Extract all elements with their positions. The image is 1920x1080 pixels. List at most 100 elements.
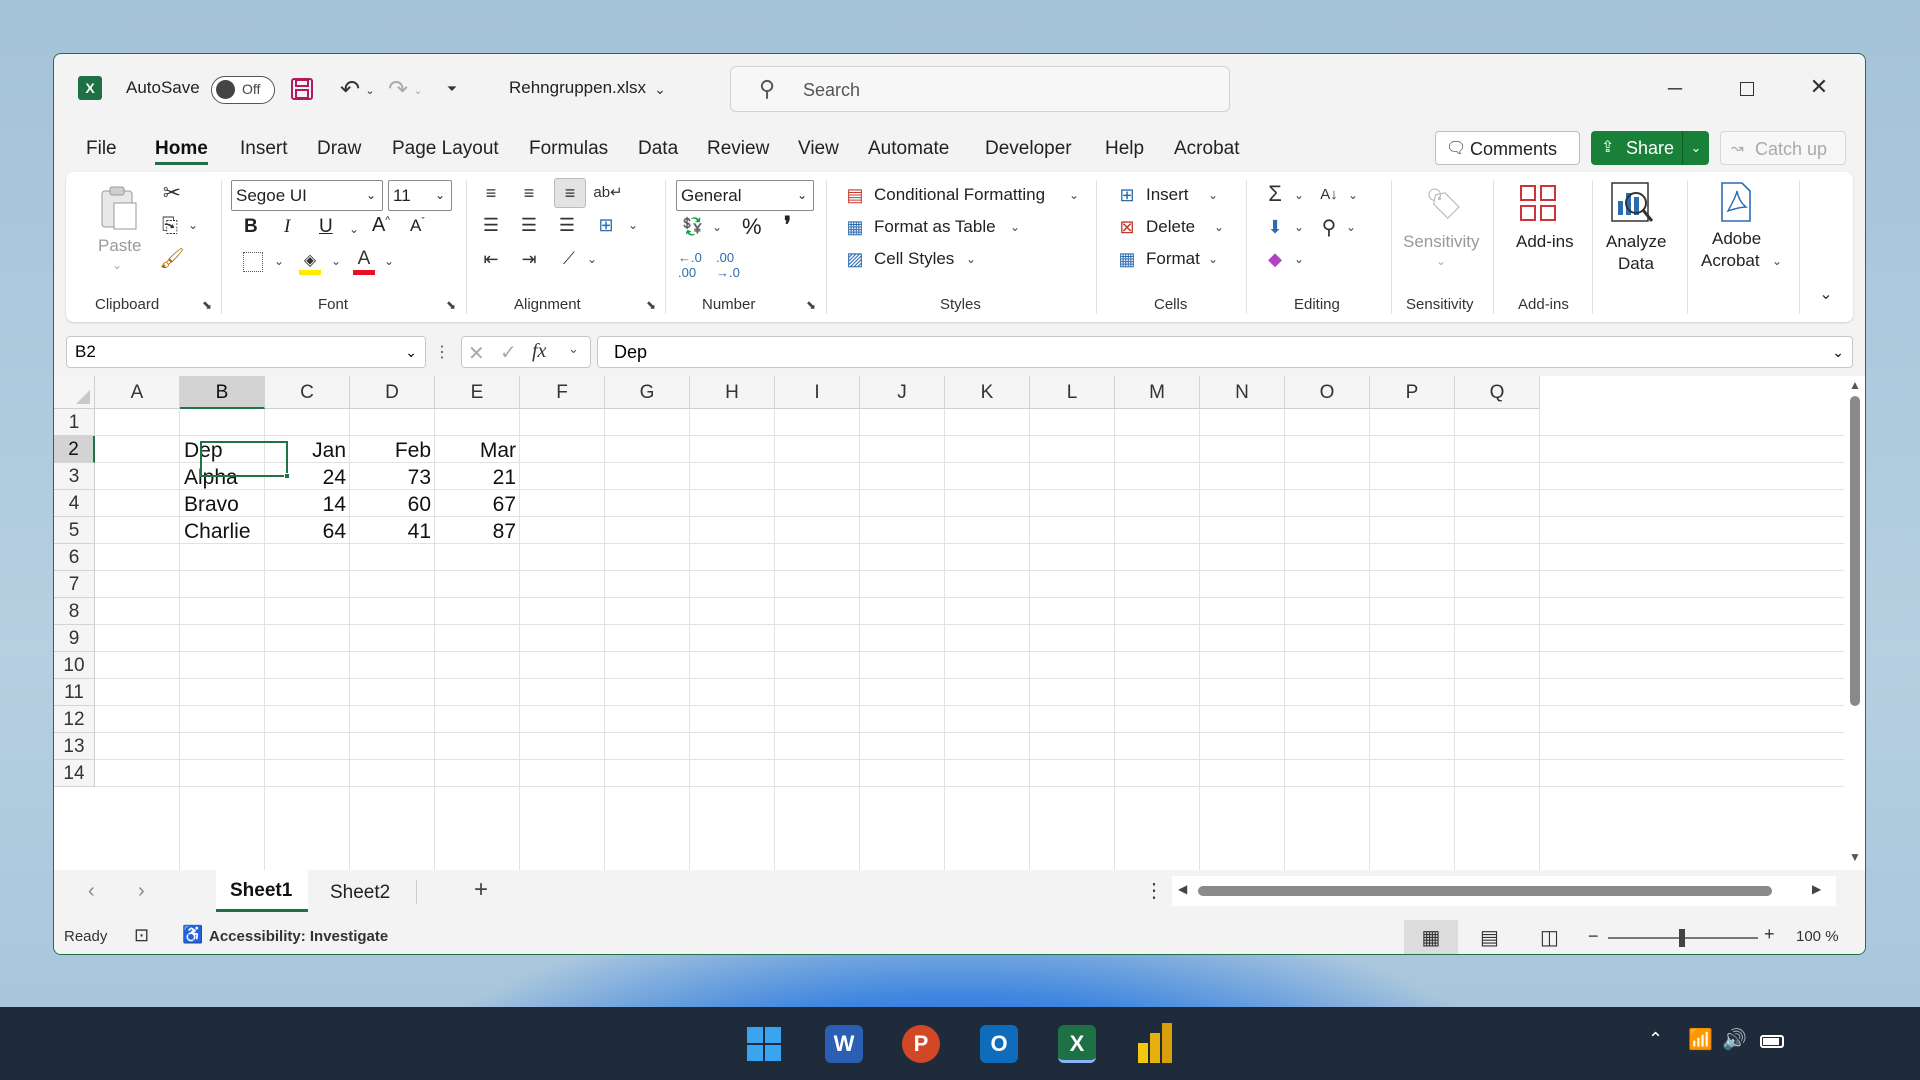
zoom-slider-thumb[interactable]	[1679, 929, 1685, 947]
adobe-acrobat-icon[interactable]	[1716, 180, 1756, 224]
font-family-select[interactable]: Segoe UI ⌄	[231, 180, 383, 211]
analyze-data-line1[interactable]: Analyze	[1606, 232, 1666, 252]
comments-button[interactable]: 🗨 Comments	[1435, 131, 1580, 165]
tab-developer[interactable]: Developer	[985, 138, 1072, 160]
column-header-l[interactable]: L	[1030, 376, 1115, 409]
share-button[interactable]: ⇪ Share ⌄	[1591, 131, 1709, 165]
excel-taskbar-icon[interactable]: X	[1058, 1025, 1096, 1063]
number-format-select[interactable]: General ⌄	[676, 180, 814, 211]
row-header-12[interactable]: 12	[54, 706, 95, 733]
insert-function-icon[interactable]: fx	[532, 340, 546, 363]
clipboard-launcher-icon[interactable]: ⬊	[202, 298, 212, 312]
fill-handle[interactable]	[284, 473, 290, 479]
column-header-q[interactable]: Q	[1455, 376, 1540, 409]
conditional-formatting-button[interactable]: Conditional Formatting	[874, 185, 1045, 205]
zoom-out-icon[interactable]: −	[1588, 926, 1599, 947]
redo-icon[interactable]: ↷	[384, 76, 412, 103]
paste-icon[interactable]	[96, 184, 140, 232]
underline-icon[interactable]: U	[319, 216, 333, 238]
wrap-text-icon[interactable]: ab↵	[593, 178, 622, 206]
battery-icon[interactable]	[1760, 1035, 1784, 1048]
cell-d2[interactable]: Feb	[350, 436, 435, 463]
paste-dropdown-icon[interactable]: ⌄	[112, 258, 122, 272]
fill-color-icon[interactable]: ◈	[298, 248, 322, 276]
fill-icon[interactable]: ⬇	[1262, 214, 1288, 240]
comma-style-icon[interactable]: ❜	[784, 212, 791, 238]
undo-icon[interactable]: ↶	[336, 76, 364, 103]
tray-chevron-icon[interactable]: ⌃	[1648, 1029, 1663, 1050]
cancel-entry-icon[interactable]: ✕	[468, 341, 485, 366]
column-header-b[interactable]: B	[180, 376, 265, 409]
row-header-1[interactable]: 1	[54, 409, 95, 436]
horizontal-scroll-thumb[interactable]	[1198, 886, 1772, 896]
analyze-data-line2[interactable]: Data	[1618, 254, 1654, 274]
row-header-2[interactable]: 2	[54, 436, 95, 463]
font-color-icon[interactable]: A	[352, 246, 376, 276]
column-header-p[interactable]: P	[1370, 376, 1455, 409]
function-dropdown-icon[interactable]: ⌄	[568, 341, 579, 357]
column-header-d[interactable]: D	[350, 376, 435, 409]
increase-indent-icon[interactable]: ⇥	[516, 246, 542, 272]
increase-decimal-icon[interactable]: ←.0.00	[678, 250, 702, 280]
align-bottom-icon[interactable]: ≡	[554, 178, 586, 208]
delete-cells-dropdown-icon[interactable]: ⌄	[1214, 220, 1224, 234]
cell-styles-dropdown-icon[interactable]: ⌄	[966, 252, 976, 266]
power-bi-icon[interactable]	[1138, 1023, 1172, 1063]
adobe-acrobat-dropdown-icon[interactable]: ⌄	[1772, 254, 1782, 268]
autosum-icon[interactable]: Σ	[1262, 180, 1288, 208]
filename-chevron-icon[interactable]: ⌄	[652, 78, 668, 100]
tab-review[interactable]: Review	[707, 138, 769, 160]
insert-cells-icon[interactable]: ⊞	[1114, 182, 1140, 208]
analyze-data-icon[interactable]	[1610, 180, 1654, 228]
sheet-tab-sheet2[interactable]: Sheet2	[318, 870, 414, 912]
row-header-5[interactable]: 5	[54, 517, 95, 544]
autosave-toggle[interactable]: Off	[211, 76, 275, 104]
fill-dropdown-icon[interactable]: ⌄	[1294, 220, 1304, 234]
accounting-dropdown-icon[interactable]: ⌄	[712, 220, 722, 234]
column-header-o[interactable]: O	[1285, 376, 1370, 409]
find-select-dropdown-icon[interactable]: ⌄	[1346, 220, 1356, 234]
tab-home[interactable]: Home	[155, 138, 208, 165]
cell-d4[interactable]: 60	[350, 490, 435, 517]
sort-filter-icon[interactable]: A↓	[1314, 180, 1344, 208]
maximize-icon[interactable]	[1732, 74, 1762, 104]
row-header-8[interactable]: 8	[54, 598, 95, 625]
accounting-format-icon[interactable]: 💱	[679, 214, 707, 240]
cell-b4[interactable]: Bravo	[180, 490, 265, 517]
fill-color-dropdown-icon[interactable]: ⌄	[331, 254, 341, 268]
align-middle-icon[interactable]: ≡	[516, 180, 542, 206]
expand-formula-icon[interactable]: ⌄	[1832, 337, 1844, 367]
borders-icon[interactable]	[241, 250, 265, 274]
format-cells-dropdown-icon[interactable]: ⌄	[1208, 252, 1218, 266]
cut-icon[interactable]: ✂	[158, 180, 186, 206]
prev-sheet-icon[interactable]: ‹	[88, 880, 95, 903]
wifi-icon[interactable]: 📶	[1688, 1027, 1713, 1052]
column-header-m[interactable]: M	[1115, 376, 1200, 409]
macro-record-icon[interactable]: ⊡	[134, 925, 149, 946]
font-color-dropdown-icon[interactable]: ⌄	[384, 254, 394, 268]
next-sheet-icon[interactable]: ›	[138, 880, 145, 903]
zoom-in-icon[interactable]: +	[1764, 924, 1775, 945]
delete-cells-icon[interactable]: ⊠	[1114, 214, 1140, 240]
column-header-c[interactable]: C	[265, 376, 350, 409]
name-box-dropdown-icon[interactable]: ⌄	[405, 337, 417, 367]
paste-label[interactable]: Paste	[98, 236, 141, 256]
undo-dropdown-icon[interactable]: ⌄	[364, 80, 376, 100]
italic-icon[interactable]: I	[284, 216, 290, 238]
filename[interactable]: Rehngruppen.xlsx	[509, 78, 646, 98]
zoom-level[interactable]: 100 %	[1796, 928, 1839, 945]
normal-view-icon[interactable]: ▦	[1404, 920, 1458, 954]
decrease-indent-icon[interactable]: ⇤	[478, 246, 504, 272]
conditional-formatting-icon[interactable]: ▤	[842, 182, 868, 208]
adobe-acrobat-line1[interactable]: Adobe	[1712, 229, 1761, 249]
word-icon[interactable]: W	[825, 1025, 863, 1063]
alignment-launcher-icon[interactable]: ⬊	[646, 298, 656, 312]
font-size-select[interactable]: 11 ⌄	[388, 180, 452, 211]
add-sheet-icon[interactable]: +	[474, 876, 488, 904]
insert-cells-dropdown-icon[interactable]: ⌄	[1208, 188, 1218, 202]
sheet-options-icon[interactable]: ⋮	[1144, 878, 1164, 903]
page-break-view-icon[interactable]: ◫	[1540, 925, 1559, 950]
confirm-entry-icon[interactable]: ✓	[500, 340, 517, 365]
share-dropdown-icon[interactable]: ⌄	[1682, 131, 1709, 165]
tab-file[interactable]: File	[86, 138, 117, 160]
